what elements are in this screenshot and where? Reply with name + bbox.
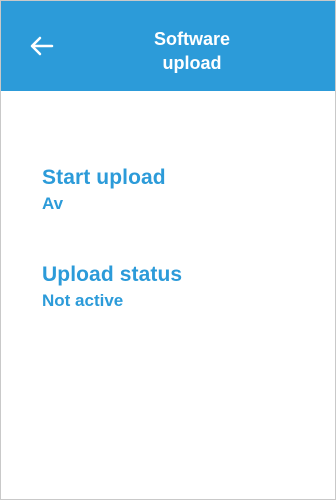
start-upload-item[interactable]: Start upload Av bbox=[42, 165, 315, 215]
upload-status-item: Upload status Not active bbox=[42, 262, 315, 312]
settings-list: Start upload Av Upload status Not active bbox=[42, 165, 315, 359]
upload-status-label: Upload status bbox=[42, 263, 183, 286]
header-bar: Software upload bbox=[1, 1, 335, 91]
start-upload-label: Start upload bbox=[42, 166, 166, 189]
upload-status-value: Not active bbox=[42, 291, 124, 310]
software-upload-screen: Software upload Start upload Av Upload s… bbox=[0, 0, 336, 500]
left-arrow-icon bbox=[30, 36, 54, 56]
page-title: Software upload bbox=[101, 27, 283, 75]
page-title-line-1: Software bbox=[153, 29, 231, 49]
page-title-line-2: upload bbox=[162, 53, 222, 73]
start-upload-value: Av bbox=[42, 194, 64, 213]
back-button[interactable] bbox=[21, 25, 63, 67]
